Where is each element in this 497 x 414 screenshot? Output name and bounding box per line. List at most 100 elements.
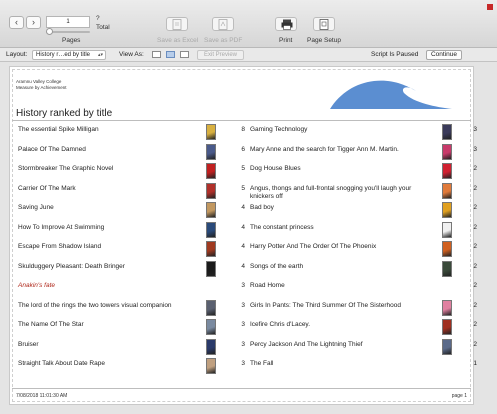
save-pdf-label: Save as PDF <box>204 37 243 44</box>
book-title: Icefire Chris d'Lacey. <box>250 321 311 328</box>
table-row: Gaming Technology 3 <box>246 124 477 142</box>
footer-date: 7/08/2018 11:01:30 AM <box>16 393 68 399</box>
table-row: Carrier Of The Mark 5 <box>14 182 245 201</box>
book-cover-thumbnail <box>206 202 216 218</box>
book-cover-thumbnail <box>442 241 452 257</box>
continue-button[interactable]: Continue <box>426 50 462 60</box>
book-cover-thumbnail <box>206 124 216 140</box>
pdf-icon <box>218 19 228 30</box>
borrow-count: 3 <box>241 301 245 309</box>
book-cover-thumbnail <box>206 260 216 277</box>
table-row: Dog House Blues 2 <box>246 163 477 181</box>
page-slider-knob[interactable] <box>46 28 53 35</box>
book-title: Gaming Technology <box>250 126 308 133</box>
table-row: The lord of the rings the two towers vis… <box>14 299 245 318</box>
borrow-count: 3 <box>241 340 245 348</box>
borrow-count: 2 <box>473 321 477 328</box>
book-title: Bruiser <box>18 340 39 348</box>
book-title: Escape From Shadow Island <box>18 243 102 250</box>
table-row: Icefire Chris d'Lacey. 2 <box>246 319 477 337</box>
borrow-count: 2 <box>473 184 477 192</box>
borrow-count: 2 <box>473 262 477 270</box>
chevron-updown-icon: ▴▾ <box>97 52 103 58</box>
borrow-count: 2 <box>473 243 477 250</box>
wave-logo <box>330 80 452 109</box>
book-cover-thumbnail <box>442 338 452 355</box>
exit-preview-button[interactable]: Exit Preview <box>197 50 244 60</box>
layout-select[interactable]: History r…ed by title ▴▾ <box>32 50 106 60</box>
book-title: The essential Spike Milligan <box>18 126 99 133</box>
book-title: Bad boy <box>250 204 274 211</box>
borrow-count: 5 <box>241 165 245 172</box>
save-pdf-button[interactable] <box>212 17 234 31</box>
list-view-icon[interactable] <box>166 51 175 58</box>
book-cover-thumbnail <box>442 143 452 160</box>
layout-select-value: History r…ed by title <box>36 52 91 58</box>
form-view-icon[interactable] <box>152 51 161 58</box>
table-row: Mary Anne and the search for Tigger Ann … <box>246 143 477 162</box>
book-cover-thumbnail <box>442 260 452 277</box>
table-row: Percy Jackson And The Lightning Thief 2 <box>246 338 477 357</box>
alert-flag-icon <box>487 4 493 10</box>
book-title: Girls In Pants: The Third Summer Of The … <box>250 301 402 309</box>
book-cover-thumbnail <box>206 299 216 316</box>
book-cover-thumbnail <box>206 182 216 199</box>
page-number-field[interactable]: 1 <box>46 16 90 28</box>
borrow-count: 2 <box>473 165 477 172</box>
book-title: Straight Talk About Date Rape <box>18 360 105 367</box>
toolbar: ‹ › 1 ? Total Pages Save as Excel Save a… <box>0 0 497 48</box>
table-row: Straight Talk About Date Rape 3 <box>14 358 245 376</box>
borrow-count: 2 <box>473 340 477 348</box>
borrow-count: 4 <box>241 204 245 211</box>
table-row: Angus, thongs and full-frontal snogging … <box>246 182 477 201</box>
borrow-count: 3 <box>241 360 245 367</box>
book-cover-thumbnail <box>206 221 216 238</box>
view-as-label: View As: <box>119 51 144 58</box>
borrow-count: 4 <box>241 223 245 231</box>
print-label: Print <box>279 37 293 44</box>
print-button[interactable] <box>275 17 297 31</box>
book-cover-thumbnail <box>206 143 216 160</box>
book-title: The constant princess <box>250 223 314 231</box>
book-title: Anakin's fate <box>18 282 56 289</box>
borrow-count: 3 <box>473 126 477 133</box>
school-name: Aramnu Valley College Measure by Achieve… <box>16 79 67 91</box>
pages-label: Pages <box>62 37 81 44</box>
borrow-count: 2 <box>473 204 477 211</box>
borrow-count: 3 <box>473 145 477 153</box>
borrow-count: 2 <box>473 282 477 289</box>
footer-divider <box>12 388 471 389</box>
save-excel-button[interactable] <box>166 17 188 31</box>
table-row: How To Improve At Swimming 4 <box>14 221 245 240</box>
table-row: The Fall 1 <box>246 358 477 376</box>
report-title: History ranked by title <box>16 108 113 119</box>
book-cover-thumbnail <box>206 338 216 355</box>
borrow-count: 4 <box>241 243 245 250</box>
borrow-count: 4 <box>241 262 245 270</box>
book-cover-thumbnail <box>442 319 452 335</box>
header-divider <box>12 120 471 121</box>
borrow-count: 6 <box>241 145 245 153</box>
table-row: The essential Spike Milligan 8 <box>14 124 245 142</box>
table-row: The constant princess 2 <box>246 221 477 240</box>
book-cover-thumbnail <box>442 163 452 179</box>
next-page-button[interactable]: › <box>26 16 41 29</box>
book-title: Palace Of The Damned <box>18 145 86 153</box>
table-row: Saving June 4 <box>14 202 245 220</box>
book-title: Angus, thongs and full-frontal snogging … <box>250 184 412 200</box>
borrow-count: 1 <box>473 360 477 367</box>
total-label: Total <box>96 24 110 31</box>
layout-label: Layout: <box>6 51 28 58</box>
table-view-icon[interactable] <box>180 51 189 58</box>
book-cover-thumbnail <box>206 241 216 257</box>
book-title: Songs of the earth <box>250 262 304 270</box>
previous-page-button[interactable]: ‹ <box>9 16 24 29</box>
book-title: Carrier Of The Mark <box>18 184 76 192</box>
book-title: Mary Anne and the search for Tigger Ann … <box>250 145 399 153</box>
book-title: Saving June <box>18 204 54 211</box>
page-setup-button[interactable] <box>313 17 335 31</box>
book-cover-thumbnail <box>442 124 452 140</box>
table-row: Bruiser 3 <box>14 338 245 357</box>
borrow-count: 3 <box>241 321 245 328</box>
table-row: Stormbreaker The Graphic Novel 5 <box>14 163 245 181</box>
